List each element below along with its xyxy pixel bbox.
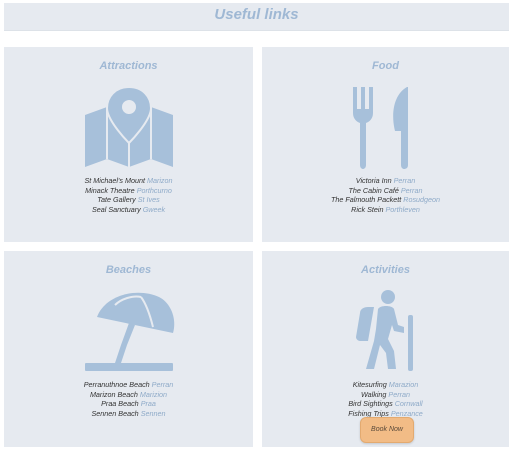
list-item[interactable]: Tate Gallery St Ives [4,195,253,205]
card-title-attractions: Attractions [99,60,158,72]
map-pin-icon [84,87,173,167]
list-item[interactable]: Bird Sightings Cornwall [262,399,509,409]
hiker-icon [355,290,413,371]
attractions-card: Attractions St Michael's Mount Marizon M… [4,47,253,242]
card-title-beaches: Beaches [105,264,152,276]
list-item[interactable]: Kitesurfing Marazion [262,380,509,390]
card-title-activities: Activities [361,264,410,276]
page-header: Useful links [4,3,509,31]
food-list: Victoria Inn Perran The Cabin Café Perra… [262,176,509,214]
fork-knife-icon [352,87,408,169]
list-item[interactable]: Perranuthnoe Beach Perran [4,380,253,390]
list-item[interactable]: Rick Stein Porthleven [262,205,509,215]
list-item[interactable]: Praa Beach Praa [4,399,253,409]
list-item[interactable]: Walking Perran [262,390,509,400]
list-item[interactable]: Sennen Beach Sennen [4,409,253,419]
list-item[interactable]: Marizon Beach Marizion [4,390,253,400]
beaches-list: Perranuthnoe Beach Perran Marizon Beach … [4,380,253,418]
list-item[interactable]: The Falmouth Packett Rosudgeon [262,195,509,205]
list-item[interactable]: The Cabin Café Perran [262,186,509,196]
beach-umbrella-icon [84,292,174,371]
page-title: Useful links [214,6,299,23]
list-item[interactable]: Seal Sanctuary Gweek [4,205,253,215]
list-item[interactable]: Victoria Inn Perran [262,176,509,186]
attractions-list: St Michael's Mount Marizon Minack Theatr… [4,176,253,214]
book-now-button[interactable]: Book Now [360,417,414,443]
activities-list: Kitesurfing Marazion Walking Perran Bird… [262,380,509,418]
beaches-card: Beaches Perranuthnoe Beach Perran Marizo… [4,251,253,447]
activities-card: Activities Kitesurfing Marazion Walking … [262,251,509,447]
list-item[interactable]: St Michael's Mount Marizon [4,176,253,186]
food-card: Food Victoria Inn Perran The Cabin Café … [262,47,509,242]
list-item[interactable]: Minack Theatre Porthcurno [4,186,253,196]
card-title-food: Food [372,60,399,72]
